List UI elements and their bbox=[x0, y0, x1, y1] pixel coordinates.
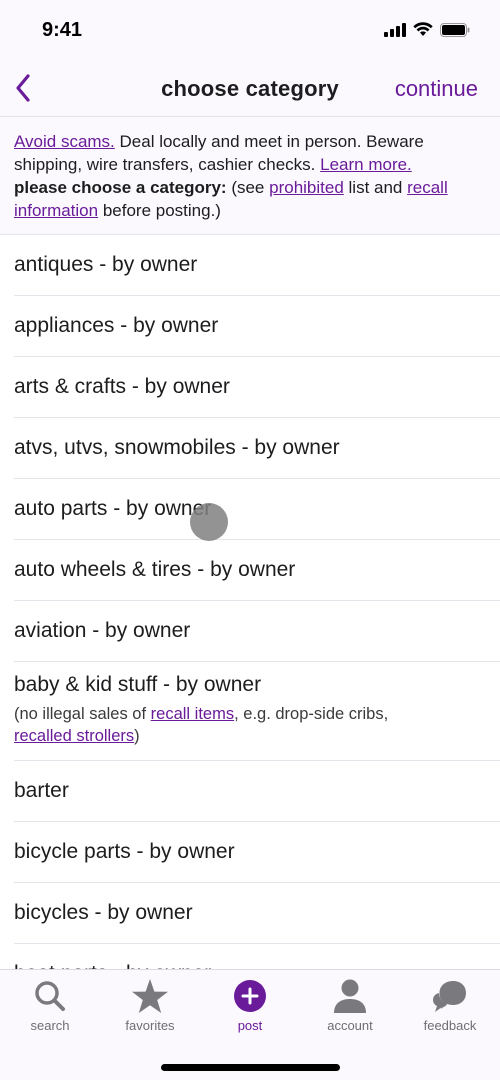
wifi-icon bbox=[413, 22, 433, 36]
plus-circle-icon bbox=[234, 980, 266, 1012]
tab-search[interactable]: search bbox=[0, 978, 100, 1038]
category-item-auto-parts[interactable]: auto parts - by owner bbox=[14, 479, 500, 540]
note-text: ) bbox=[134, 727, 140, 745]
category-label: aviation - by owner bbox=[14, 619, 191, 642]
tab-label: account bbox=[327, 1018, 373, 1033]
category-label: bicycle parts - by owner bbox=[14, 840, 235, 863]
category-label: auto wheels & tires - by owner bbox=[14, 558, 296, 581]
tab-label: feedback bbox=[423, 1018, 477, 1033]
touch-indicator bbox=[190, 503, 228, 541]
category-item-arts-crafts[interactable]: arts & crafts - by owner bbox=[14, 357, 500, 418]
category-label: baby & kid stuff - by owner bbox=[14, 673, 262, 696]
tab-label: search bbox=[30, 1018, 70, 1033]
battery-icon bbox=[440, 22, 470, 37]
notice-text: (see bbox=[226, 178, 270, 197]
category-label: barter bbox=[14, 779, 69, 802]
tab-feedback[interactable]: feedback bbox=[400, 978, 500, 1038]
category-label: bicycles - by owner bbox=[14, 901, 193, 924]
continue-button[interactable]: continue bbox=[395, 76, 478, 102]
status-icons bbox=[384, 22, 470, 37]
category-item-atvs[interactable]: atvs, utvs, snowmobiles - by owner bbox=[14, 418, 500, 479]
recalled-strollers-link[interactable]: recalled strollers bbox=[14, 727, 134, 745]
category-item-antiques[interactable]: antiques - by owner bbox=[14, 235, 500, 296]
tab-account[interactable]: account bbox=[300, 978, 400, 1038]
note-text: (no illegal sales of bbox=[14, 705, 151, 723]
cellular-signal-icon bbox=[384, 22, 406, 37]
recall-items-link[interactable]: recall items bbox=[151, 705, 234, 723]
tab-label: post bbox=[237, 1018, 263, 1033]
star-icon bbox=[132, 979, 168, 1013]
prohibited-link[interactable]: prohibited bbox=[269, 178, 344, 197]
status-bar: 9:41 bbox=[0, 0, 500, 60]
category-list: antiques - by owner appliances - by owne… bbox=[0, 235, 500, 969]
tab-favorites[interactable]: favorites bbox=[100, 978, 200, 1038]
scam-notice: Avoid scams. Deal locally and meet in pe… bbox=[14, 130, 486, 222]
learn-more-link[interactable]: Learn more. bbox=[320, 155, 412, 174]
choose-category-prompt: please choose a category: bbox=[14, 178, 227, 197]
category-label: arts & crafts - by owner bbox=[14, 375, 230, 398]
chat-bubbles-icon bbox=[433, 980, 467, 1012]
category-label: boat parts - by owner bbox=[14, 962, 500, 969]
notice-text: list and bbox=[343, 178, 408, 197]
category-item-bicycle-parts[interactable]: bicycle parts - by owner bbox=[14, 822, 500, 883]
category-item-bicycles[interactable]: bicycles - by owner bbox=[14, 883, 500, 944]
tab-bar: search favorites post account feedback bbox=[0, 969, 500, 1080]
category-item-auto-wheels[interactable]: auto wheels & tires - by owner bbox=[14, 540, 500, 601]
notice-text: before posting.) bbox=[98, 201, 221, 220]
tab-post[interactable]: post bbox=[200, 978, 300, 1038]
category-label: antiques - by owner bbox=[14, 253, 198, 276]
category-item-boat-parts[interactable]: boat parts - by owner bbox=[14, 944, 500, 969]
note-text: , e.g. drop-side cribs, bbox=[234, 705, 389, 723]
search-icon bbox=[35, 981, 65, 1011]
category-item-baby-kid[interactable]: baby & kid stuff - by owner (no illegal … bbox=[14, 662, 500, 761]
tab-label: favorites bbox=[125, 1018, 175, 1033]
category-note: (no illegal sales of recall items, e.g. … bbox=[14, 703, 414, 747]
category-label: appliances - by owner bbox=[14, 314, 219, 337]
category-item-aviation[interactable]: aviation - by owner bbox=[14, 601, 500, 662]
avoid-scams-link[interactable]: Avoid scams. bbox=[14, 132, 115, 151]
category-item-appliances[interactable]: appliances - by owner bbox=[14, 296, 500, 357]
category-label: atvs, utvs, snowmobiles - by owner bbox=[14, 436, 340, 459]
home-indicator[interactable] bbox=[161, 1064, 340, 1071]
status-time: 9:41 bbox=[42, 19, 83, 41]
category-item-barter[interactable]: barter bbox=[14, 761, 500, 822]
person-icon bbox=[334, 979, 366, 1013]
nav-bar: choose category continue bbox=[0, 60, 500, 117]
category-label: auto parts - by owner bbox=[14, 497, 212, 520]
